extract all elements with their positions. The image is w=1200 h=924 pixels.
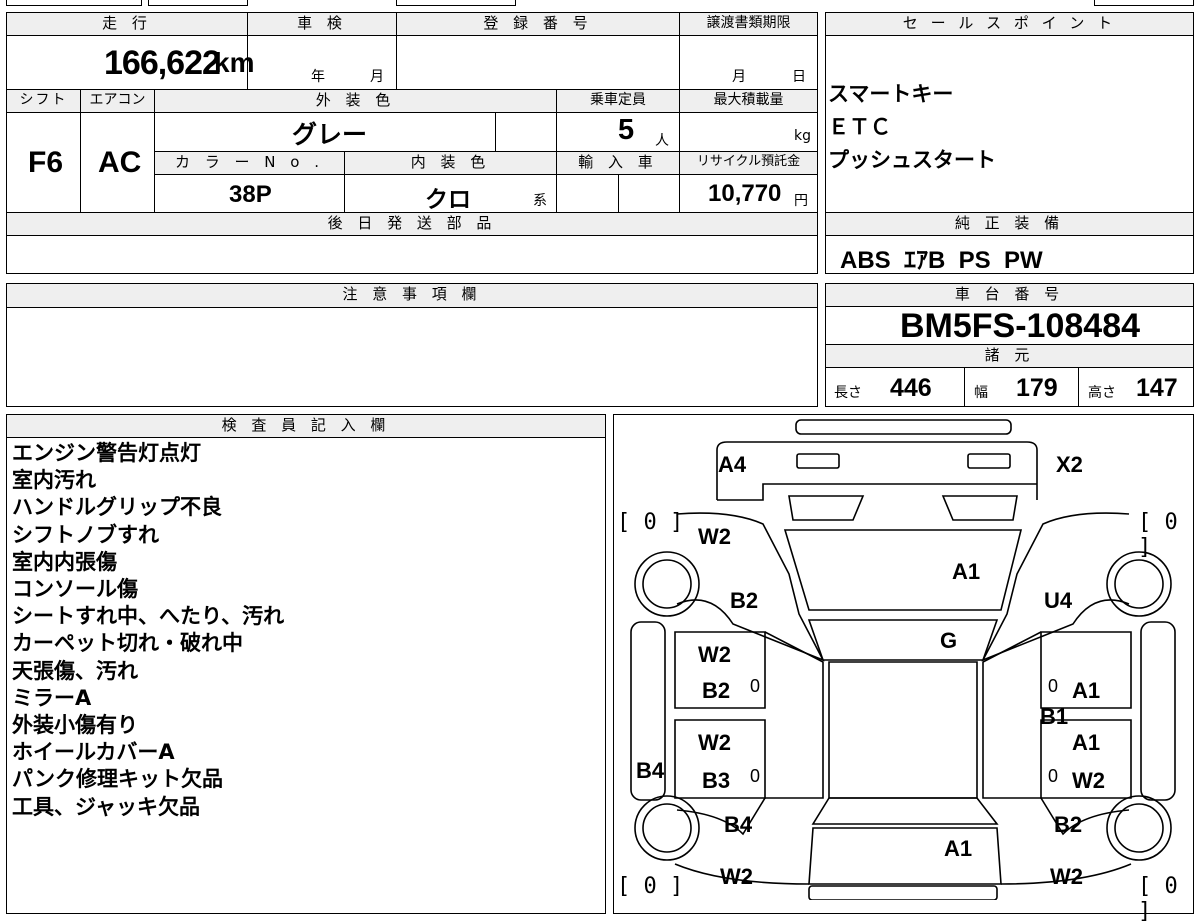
inspector-note: ミラーA bbox=[12, 685, 92, 710]
caution-header: 注 意 事 項 欄 bbox=[6, 283, 818, 308]
shaken-year-unit: 年 bbox=[311, 69, 325, 85]
color-no-header: カ ラ ー N o . bbox=[154, 151, 345, 175]
later-parts-header: 後 日 発 送 部 品 bbox=[6, 212, 818, 236]
inspector-note: ホイールカバーA bbox=[12, 740, 175, 765]
exterior-color-extra-cell bbox=[495, 112, 557, 152]
tire-tread-rear-right: [ 0 ] bbox=[1138, 874, 1178, 924]
length-value: 446 bbox=[890, 374, 932, 402]
damage-right-quarter: B2 bbox=[1054, 812, 1083, 837]
deadline-month-unit: 月 bbox=[732, 69, 746, 85]
genuine-equipment-value: ABS ｴｱB PS PW bbox=[840, 247, 1043, 274]
exterior-color-value: グレー bbox=[292, 121, 368, 149]
specs-header: 諸 元 bbox=[825, 344, 1194, 368]
chassis-value: BM5FS-108484 bbox=[900, 307, 1141, 345]
interior-color-suffix: 系 bbox=[533, 193, 547, 209]
damage-right-rear-door-2: W2 bbox=[1072, 768, 1105, 793]
tire-tread-front-right: [ 0 ] bbox=[1138, 510, 1178, 560]
damage-right-pillar: B1 bbox=[1040, 704, 1069, 729]
shift-value: F6 bbox=[28, 146, 64, 179]
inspector-header: 検 査 員 記 入 欄 bbox=[6, 414, 606, 438]
inspector-note: コンソール傷 bbox=[12, 577, 138, 602]
load-unit: kg bbox=[794, 128, 811, 144]
shift-header: シフト bbox=[6, 89, 81, 113]
damage-rear-right: W2 bbox=[1050, 864, 1083, 889]
damage-left-fender: B2 bbox=[730, 588, 759, 613]
sales-point-item: スマートキー bbox=[828, 82, 954, 106]
inspector-note: シフトノブすれ bbox=[12, 522, 159, 547]
interior-color-value: クロ bbox=[425, 186, 471, 212]
damage-hood: A1 bbox=[952, 559, 981, 584]
shaken-header: 車 検 bbox=[247, 12, 397, 36]
inspector-note: パンク修理キット欠品 bbox=[12, 767, 224, 792]
inspector-note: 外装小傷有り bbox=[12, 713, 138, 738]
inspector-note: カーペット切れ・破れ中 bbox=[12, 631, 243, 656]
damage-left-rear-door-1: W2 bbox=[698, 730, 731, 755]
genuine-equipment-header: 純 正 装 備 bbox=[825, 212, 1194, 236]
top-strip bbox=[0, 0, 1200, 8]
damage-right-front-door: A1 bbox=[1072, 678, 1101, 703]
damage-zero-4: 0 bbox=[1048, 766, 1059, 786]
damage-front-right: X2 bbox=[1056, 452, 1083, 477]
damage-left-sill: B4 bbox=[636, 758, 665, 783]
damage-left-rear-door-2: B3 bbox=[702, 768, 731, 793]
chassis-header: 車 台 番 号 bbox=[825, 283, 1194, 307]
damage-right-rear-door-1: A1 bbox=[1072, 730, 1101, 755]
recycle-header: リサイクル預託金 bbox=[679, 151, 818, 175]
sales-points-list: スマートキー ＥＴＣ プッシュスタート bbox=[828, 78, 996, 177]
inspector-note: シートすれ中、へたり、汚れ bbox=[12, 604, 285, 629]
inspector-notes: エンジン警告灯点灯 室内汚れ ハンドルグリップ不良 シフトノブすれ 室内内張傷 … bbox=[12, 440, 284, 821]
sales-point-item: プッシュスタート bbox=[828, 148, 996, 172]
capacity-header: 乗車定員 bbox=[556, 89, 680, 113]
aircon-header: エアコン bbox=[80, 89, 155, 113]
inspector-note: 天張傷、汚れ bbox=[12, 658, 138, 683]
recycle-unit: 円 bbox=[794, 193, 808, 209]
damage-zero-1: 0 bbox=[750, 676, 761, 696]
max-load-header: 最大積載量 bbox=[679, 89, 818, 113]
recycle-value: 10,770 bbox=[708, 180, 782, 207]
damage-zero-3: 0 bbox=[750, 766, 761, 786]
height-value: 147 bbox=[1136, 374, 1178, 402]
tire-tread-front-left: [ 0 ] bbox=[617, 510, 684, 535]
capacity-value: 5 bbox=[618, 114, 635, 146]
interior-color-header: 内 装 色 bbox=[344, 151, 557, 175]
damage-left-front-door-1: W2 bbox=[698, 642, 731, 667]
width-value: 179 bbox=[1016, 374, 1058, 402]
inspector-note: 室内汚れ bbox=[12, 468, 96, 493]
mileage-header: 走 行 bbox=[6, 12, 248, 36]
damage-right-fender: U4 bbox=[1044, 588, 1073, 613]
import-cell-1 bbox=[556, 174, 619, 213]
sales-points-header: セ ー ル ス ポ イ ン ト bbox=[825, 12, 1194, 36]
aircon-value: AC bbox=[98, 146, 142, 179]
inspector-note: 工具、ジャッキ欠品 bbox=[12, 794, 200, 819]
registration-cell bbox=[396, 35, 680, 90]
import-cell-2 bbox=[618, 174, 680, 213]
deadline-day-unit: 日 bbox=[792, 69, 806, 85]
color-no-value: 38P bbox=[229, 181, 272, 208]
width-label: 幅 bbox=[974, 385, 988, 401]
inspector-note: 室内内張傷 bbox=[12, 549, 117, 574]
damage-zero-2: 0 bbox=[1048, 676, 1059, 696]
tire-tread-rear-left: [ 0 ] bbox=[617, 874, 684, 899]
damage-front-left: A4 bbox=[718, 452, 747, 477]
length-label: 長さ bbox=[834, 385, 862, 401]
damage-left-fender-top: W2 bbox=[698, 524, 731, 549]
shaken-month-unit: 月 bbox=[370, 69, 384, 85]
damage-left-quarter: B4 bbox=[724, 812, 753, 837]
inspector-note: ハンドルグリップ不良 bbox=[12, 495, 222, 520]
import-header: 輸 入 車 bbox=[556, 151, 680, 175]
damage-left-front-door-2: B2 bbox=[702, 678, 731, 703]
damage-windshield: G bbox=[940, 628, 958, 653]
height-label: 高さ bbox=[1088, 385, 1116, 401]
capacity-unit: 人 bbox=[655, 133, 669, 149]
exterior-color-header: 外 装 色 bbox=[154, 89, 557, 113]
registration-header: 登 録 番 号 bbox=[396, 12, 680, 36]
sales-point-item: ＥＴＣ bbox=[828, 115, 891, 139]
damage-rear-left: W2 bbox=[720, 864, 753, 889]
transfer-deadline-header: 譲渡書類期限 bbox=[679, 12, 818, 36]
inspector-note: エンジン警告灯点灯 bbox=[12, 441, 201, 465]
mileage-value: 166,622 bbox=[104, 44, 221, 82]
damage-trunk: A1 bbox=[944, 836, 973, 861]
